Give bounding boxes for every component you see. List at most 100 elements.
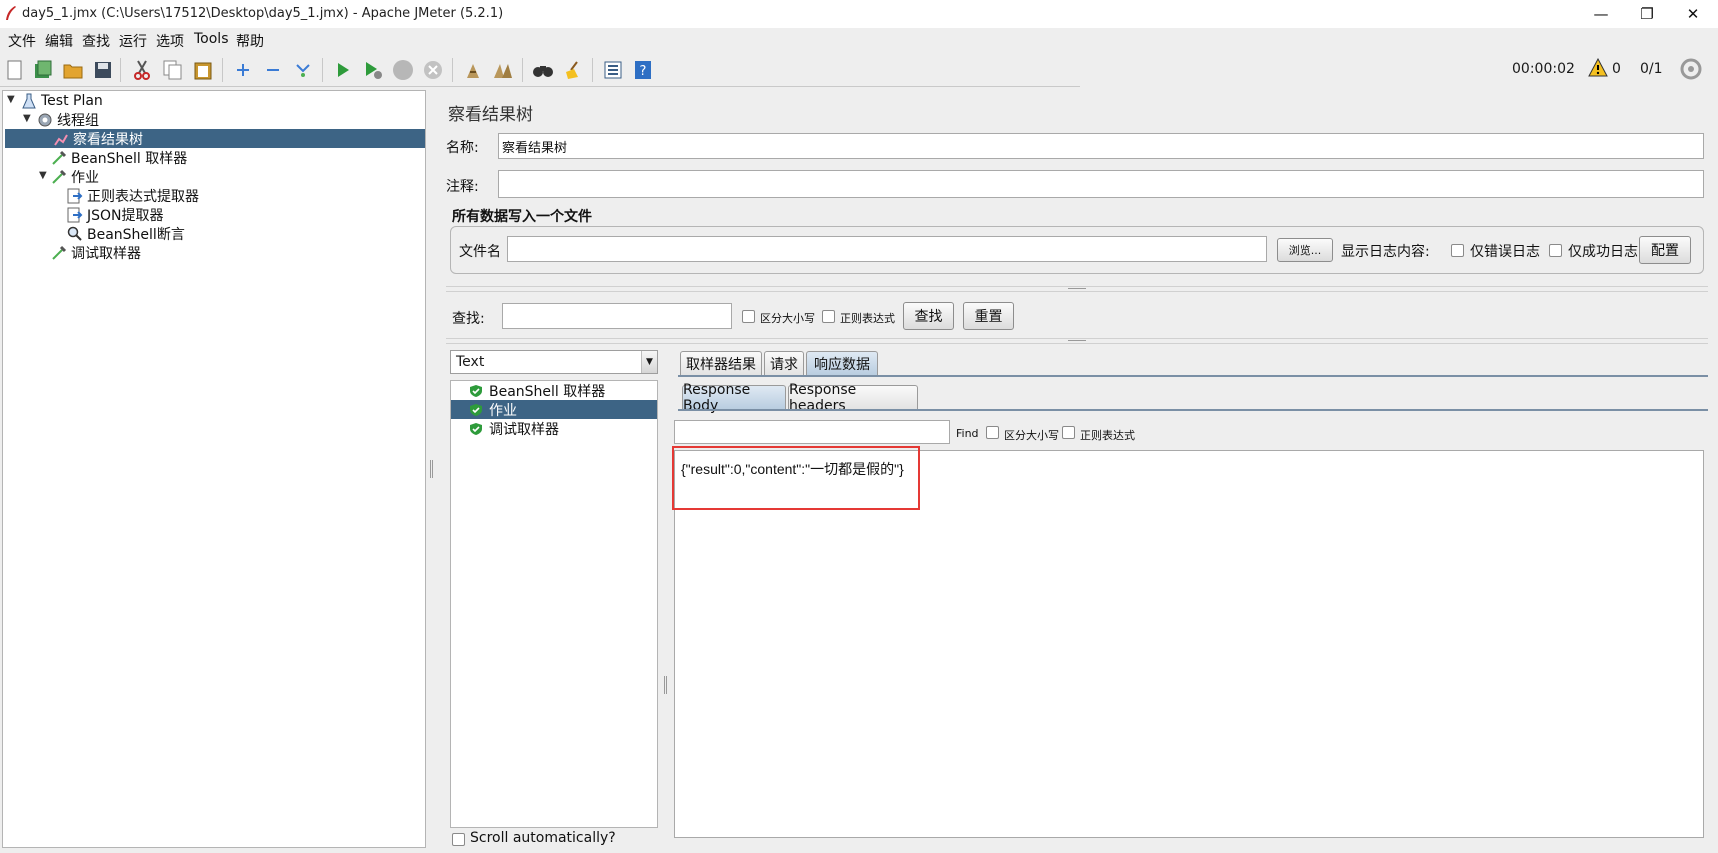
filename-input[interactable] — [507, 236, 1267, 262]
tree-item-regex-extractor[interactable]: 正则表达式提取器 — [67, 186, 199, 205]
name-label: 名称: — [446, 140, 479, 156]
tab-response-headers[interactable]: Response headers — [788, 382, 918, 414]
test-plan-tree: ▼ Test Plan ▼ 线程组 察看结果树 BeanShell 取样器 ▼ … — [2, 90, 426, 848]
warning-icon[interactable] — [1588, 57, 1608, 82]
comment-input[interactable] — [498, 170, 1704, 198]
gear-icon — [37, 112, 53, 128]
tab-request[interactable]: 请求 — [764, 351, 804, 375]
menu-run[interactable]: 运行 — [119, 31, 147, 51]
response-find-input[interactable] — [674, 420, 950, 444]
templates-icon[interactable] — [32, 59, 54, 81]
extractor-icon — [67, 207, 83, 223]
renderer-select[interactable]: Text ▼ — [450, 350, 658, 374]
sample-result-list: BeanShell 取样器 作业 调试取样器 — [450, 380, 658, 828]
tree-item-thread-group[interactable]: 线程组 — [37, 110, 99, 129]
response-regex-checkbox[interactable] — [1062, 426, 1075, 439]
search-regex-checkbox[interactable] — [822, 310, 835, 323]
start-icon[interactable] — [332, 59, 354, 81]
tree-toggle-thread-group[interactable]: ▼ — [23, 113, 31, 124]
browse-button[interactable]: 浏览... — [1277, 238, 1333, 262]
file-group-title: 所有数据写入一个文件 — [452, 209, 592, 225]
new-icon[interactable] — [4, 59, 26, 81]
minimize-button[interactable]: — — [1578, 0, 1624, 28]
cut-icon[interactable] — [131, 59, 153, 81]
close-button[interactable]: ✕ — [1670, 0, 1716, 28]
collapse-icon[interactable] — [262, 59, 284, 81]
reset-search-broom-icon[interactable] — [562, 59, 584, 81]
errors-only-checkbox[interactable] — [1451, 244, 1464, 257]
annotation-highlight-box — [672, 446, 920, 510]
tab-sampler-result[interactable]: 取样器结果 — [680, 351, 762, 375]
tree-toggle-job[interactable]: ▼ — [39, 170, 47, 181]
result-item-job[interactable]: 作业 — [451, 400, 657, 419]
success-shield-icon — [469, 422, 483, 436]
scroll-auto-checkbox[interactable] — [452, 833, 465, 846]
filename-label: 文件名 — [459, 244, 501, 260]
search-case-label: 区分大小写 — [760, 312, 815, 325]
tab-response-body[interactable]: Response Body — [682, 382, 786, 414]
response-regex-label: 正则表达式 — [1080, 429, 1135, 442]
magnifier-icon — [67, 226, 83, 242]
menu-file[interactable]: 文件 — [8, 31, 36, 51]
flask-icon — [21, 93, 37, 109]
tree-item-beanshell-assertion[interactable]: BeanShell断言 — [67, 224, 185, 243]
search-input[interactable] — [502, 303, 732, 329]
success-shield-icon — [469, 384, 483, 398]
main-splitter[interactable] — [428, 90, 436, 848]
tree-toggle-test-plan[interactable]: ▼ — [7, 94, 15, 105]
tab-response-data[interactable]: 响应数据 — [806, 351, 878, 375]
search-binoculars-icon[interactable] — [532, 59, 554, 81]
clear-all-icon[interactable] — [492, 59, 514, 81]
result-item-beanshell-sampler[interactable]: BeanShell 取样器 — [451, 381, 657, 400]
tree-item-beanshell-sampler[interactable]: BeanShell 取样器 — [51, 148, 187, 167]
tree-item-job[interactable]: 作业 — [51, 167, 99, 186]
reset-button[interactable]: 重置 — [963, 302, 1014, 330]
menu-help[interactable]: 帮助 — [236, 31, 264, 51]
open-icon[interactable] — [62, 59, 84, 81]
response-find-label: Find — [956, 427, 979, 440]
response-case-checkbox[interactable] — [986, 426, 999, 439]
thread-status-icon — [1680, 58, 1702, 84]
menu-options[interactable]: 选项 — [156, 31, 184, 51]
search-case-checkbox[interactable] — [742, 310, 755, 323]
help-icon[interactable]: ? — [632, 59, 654, 81]
shutdown-icon[interactable] — [422, 59, 444, 81]
success-only-label: 仅成功日志 — [1568, 244, 1638, 260]
scroll-auto-label: Scroll automatically? — [470, 830, 616, 846]
restore-button[interactable]: ❐ — [1624, 0, 1670, 28]
comment-label: 注释: — [446, 179, 479, 195]
errors-only-label: 仅错误日志 — [1470, 244, 1540, 260]
thread-count: 0/1 — [1640, 61, 1663, 77]
tree-item-view-results-tree[interactable]: 察看结果树 — [5, 129, 425, 148]
expand-icon[interactable] — [232, 59, 254, 81]
function-helper-icon[interactable] — [602, 59, 624, 81]
top-splitter[interactable] — [446, 286, 1708, 292]
clear-icon[interactable] — [462, 59, 484, 81]
result-item-debug-sampler[interactable]: 调试取样器 — [451, 419, 657, 438]
tree-item-test-plan[interactable]: Test Plan — [21, 91, 103, 110]
success-only-checkbox[interactable] — [1549, 244, 1562, 257]
save-icon[interactable] — [92, 59, 114, 81]
menu-search[interactable]: 查找 — [82, 31, 110, 51]
svg-text:?: ? — [640, 64, 647, 79]
configure-button[interactable]: 配置 — [1639, 236, 1691, 264]
menu-edit[interactable]: 编辑 — [45, 31, 73, 51]
paste-icon[interactable] — [192, 59, 214, 81]
toggle-icon[interactable] — [292, 59, 314, 81]
copy-icon[interactable] — [162, 59, 184, 81]
pipette-icon — [51, 245, 67, 261]
find-button[interactable]: 查找 — [903, 302, 954, 330]
file-group-box: 文件名 浏览... 显示日志内容: 仅错误日志 仅成功日志 配置 — [450, 226, 1704, 274]
response-case-label: 区分大小写 — [1004, 429, 1059, 442]
start-no-pause-icon[interactable] — [362, 59, 384, 81]
result-splitter[interactable] — [662, 346, 670, 846]
chart-icon — [53, 131, 69, 147]
menu-tools[interactable]: Tools — [194, 31, 229, 47]
name-input[interactable]: 察看结果树 — [498, 133, 1704, 159]
chevron-down-icon[interactable]: ▼ — [641, 351, 657, 373]
log-content-label: 显示日志内容: — [1341, 244, 1430, 260]
tree-item-debug-sampler[interactable]: 调试取样器 — [51, 243, 141, 262]
middle-splitter[interactable] — [446, 338, 1708, 344]
stop-icon[interactable] — [392, 59, 414, 81]
tree-item-json-extractor[interactable]: JSON提取器 — [67, 205, 164, 224]
